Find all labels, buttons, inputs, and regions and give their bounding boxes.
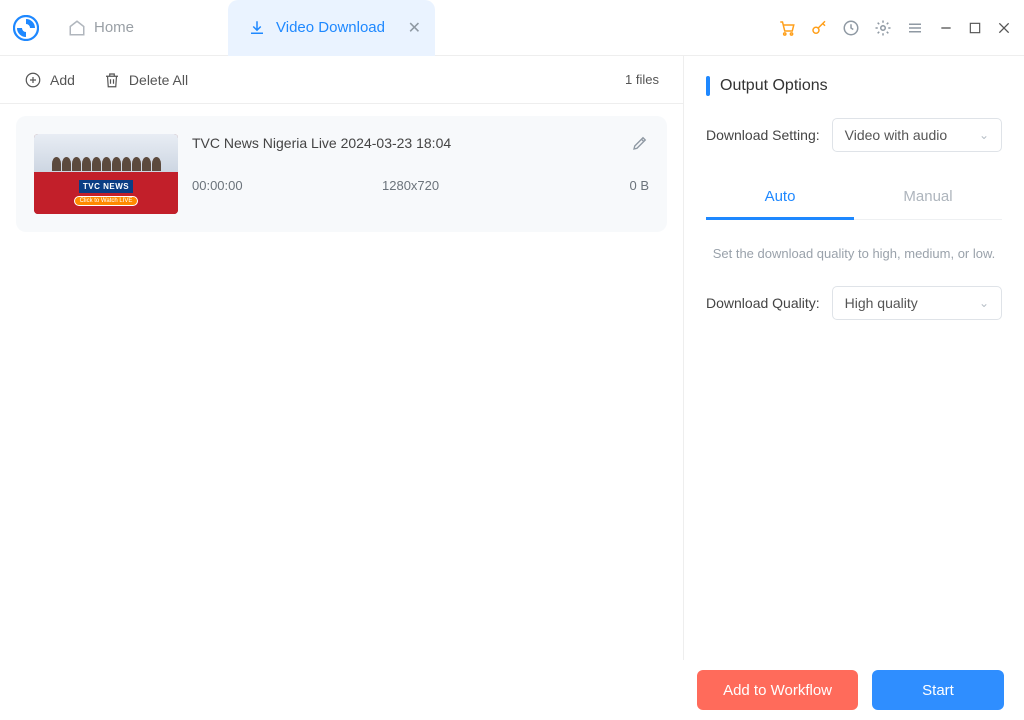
download-setting-label: Download Setting: xyxy=(706,127,820,143)
file-card[interactable]: TVC NEWS Click to Watch LIVE TVC News Ni… xyxy=(16,116,667,232)
chevron-down-icon: ⌄ xyxy=(979,128,989,142)
thumb-click-text: Click to Watch LIVE xyxy=(74,196,139,206)
file-size: 0 B xyxy=(589,178,649,193)
download-quality-value: High quality xyxy=(845,295,918,311)
trash-icon xyxy=(103,71,121,89)
bottom-bar: Add to Workflow Start xyxy=(0,660,1024,720)
list-toolbar: Add Delete All 1 files xyxy=(0,56,683,104)
plus-icon xyxy=(24,71,42,89)
delete-all-button[interactable]: Delete All xyxy=(103,71,188,89)
thumb-logo-text: TVC NEWS xyxy=(79,180,133,193)
history-icon[interactable] xyxy=(842,19,860,37)
start-button[interactable]: Start xyxy=(872,670,1004,710)
delete-all-label: Delete All xyxy=(129,72,188,88)
maximize-icon[interactable] xyxy=(968,21,982,35)
menu-icon[interactable] xyxy=(906,19,924,37)
home-icon xyxy=(68,19,86,37)
cart-icon[interactable] xyxy=(778,19,796,37)
tab-home[interactable]: Home xyxy=(54,0,148,56)
file-thumbnail: TVC NEWS Click to Watch LIVE xyxy=(34,134,178,214)
tab-download-label: Video Download xyxy=(276,19,385,36)
key-icon[interactable] xyxy=(810,19,828,37)
file-list-panel: Add Delete All 1 files TVC NEWS Click to… xyxy=(0,56,684,660)
download-icon xyxy=(248,19,266,37)
close-icon[interactable]: ✕ xyxy=(408,18,421,38)
file-title: TVC News Nigeria Live 2024-03-23 18:04 xyxy=(192,135,631,151)
download-quality-label: Download Quality: xyxy=(706,295,820,311)
quality-hint: Set the download quality to high, medium… xyxy=(706,244,1002,264)
download-quality-select[interactable]: High quality ⌄ xyxy=(832,286,1002,320)
file-duration: 00:00:00 xyxy=(192,178,382,193)
window-close-icon[interactable] xyxy=(996,20,1012,36)
titlebar-actions xyxy=(778,19,1012,37)
chevron-down-icon: ⌄ xyxy=(979,296,989,310)
file-resolution: 1280x720 xyxy=(382,178,589,193)
minimize-icon[interactable] xyxy=(938,20,954,36)
tab-home-label: Home xyxy=(94,19,134,36)
tab-auto[interactable]: Auto xyxy=(706,178,854,220)
edit-icon[interactable] xyxy=(631,134,649,152)
output-options-panel: Output Options Download Setting: Video w… xyxy=(684,56,1024,660)
download-setting-value: Video with audio xyxy=(845,127,947,143)
tab-video-download[interactable]: Video Download ✕ xyxy=(228,0,435,56)
file-count: 1 files xyxy=(625,72,659,87)
add-label: Add xyxy=(50,72,75,88)
gear-icon[interactable] xyxy=(874,19,892,37)
titlebar: Home Video Download ✕ xyxy=(0,0,1024,56)
add-button[interactable]: Add xyxy=(24,71,75,89)
add-to-workflow-button[interactable]: Add to Workflow xyxy=(697,670,858,710)
app-logo xyxy=(12,14,40,42)
tab-manual[interactable]: Manual xyxy=(854,178,1002,219)
panel-title: Output Options xyxy=(706,76,1002,96)
quality-mode-tabs: Auto Manual xyxy=(706,178,1002,220)
download-setting-select[interactable]: Video with audio ⌄ xyxy=(832,118,1002,152)
